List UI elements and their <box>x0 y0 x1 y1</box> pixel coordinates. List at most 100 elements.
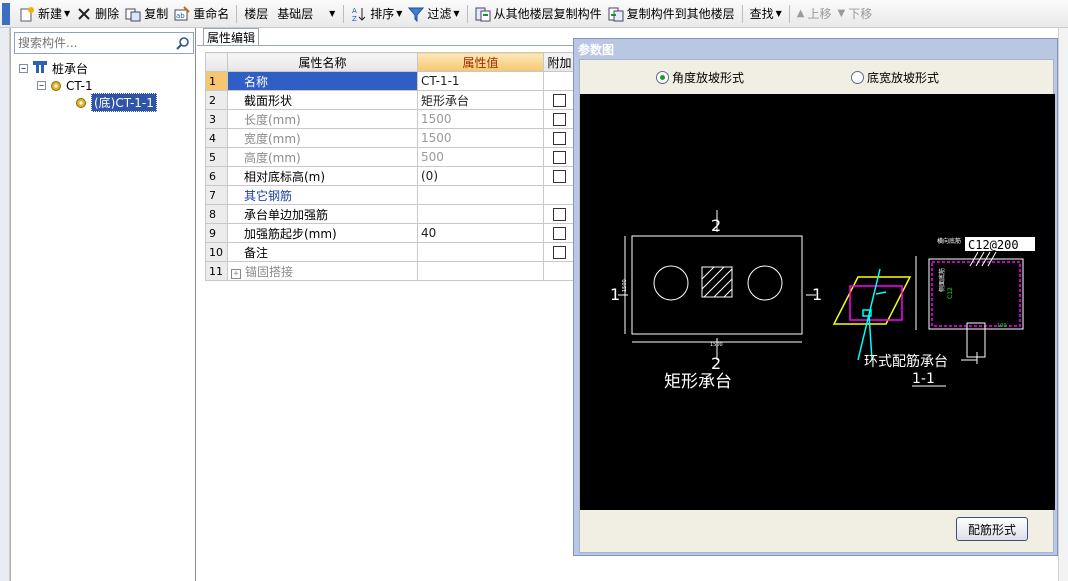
plan-label: 矩形承台 <box>664 372 732 392</box>
property-name[interactable]: 高度(mm) <box>227 147 418 167</box>
property-value[interactable]: CT-1-1 <box>417 71 544 91</box>
property-value[interactable]: 1500 <box>417 109 544 129</box>
property-grid: 属性名称 属性值 附加 1 名称 CT-1-1 2 截面形状 矩形承台 3 长度… <box>205 52 576 281</box>
expand-icon[interactable]: + <box>231 268 241 279</box>
column-section <box>701 266 733 298</box>
table-row[interactable]: 8 承台单边加强筋 <box>205 204 576 224</box>
extra-checkbox[interactable] <box>553 170 566 183</box>
extra-cell <box>543 109 576 129</box>
tree-node-child[interactable]: − CT-1 <box>19 77 157 94</box>
copy-icon <box>125 6 141 22</box>
cover-dim: 100 <box>997 323 1007 329</box>
parameter-diagram-dialog: 参数图 角度放坡形式 底宽放坡形式 2 2 1 1 矩形承台 1500 1500… <box>573 38 1058 556</box>
find-button[interactable]: 查找 ▼ <box>747 3 785 25</box>
extra-checkbox[interactable] <box>553 113 566 126</box>
property-name[interactable]: 名称 <box>227 71 418 91</box>
property-name[interactable]: 相对底标高(m) <box>227 166 418 186</box>
column-header-extra[interactable]: 附加 <box>543 52 576 72</box>
property-name[interactable]: 宽度(mm) <box>227 128 418 148</box>
search-input[interactable] <box>15 34 173 52</box>
chevron-down-icon: ▼ <box>396 9 403 18</box>
radio-width-slope[interactable]: 底宽放坡形式 <box>851 69 939 86</box>
tree-node-leaf[interactable]: (底)CT-1-1 <box>19 93 157 112</box>
parameter-drawing-canvas: 2 2 1 1 矩形承台 1500 1500 C12@200 横向底筋 侧面底筋… <box>580 94 1055 510</box>
collapse-icon[interactable]: − <box>37 81 46 90</box>
tree-node-root[interactable]: − 桩承台 <box>19 60 157 77</box>
table-row[interactable]: 5 高度(mm) 500 <box>205 147 576 167</box>
move-down-button[interactable]: ▼ 下移 <box>835 3 876 25</box>
extra-checkbox[interactable] <box>553 151 566 164</box>
property-name[interactable]: 长度(mm) <box>227 109 418 129</box>
floor-select-value: 基础层 <box>277 7 314 21</box>
extra-cell <box>543 185 576 205</box>
property-name[interactable]: 备注 <box>227 242 418 262</box>
move-up-button[interactable]: ▲ 上移 <box>794 3 835 25</box>
row-number: 6 <box>205 166 228 186</box>
component-tree-panel: − 桩承台 − CT-1 (底)CT-1-1 <box>10 28 196 581</box>
sort-button[interactable]: AZ 排序 ▼ <box>348 3 405 25</box>
table-row[interactable]: 4 宽度(mm) 1500 <box>205 128 576 148</box>
search-icon[interactable] <box>173 34 193 52</box>
copy-to-floor-icon <box>608 6 624 22</box>
extra-cell <box>543 242 576 262</box>
pile-stub <box>966 322 986 358</box>
floor-select[interactable]: 基础层 ▼ <box>273 4 339 24</box>
column-header-value[interactable]: 属性值 <box>417 52 544 72</box>
property-value[interactable] <box>417 242 544 262</box>
property-value[interactable]: 40 <box>417 223 544 243</box>
table-row[interactable]: 10 备注 <box>205 242 576 262</box>
extra-checkbox[interactable] <box>553 94 566 107</box>
left-dock-strip <box>0 28 10 581</box>
rename-button[interactable]: ab 重命名 <box>171 3 232 25</box>
property-name[interactable]: 承台单边加强筋 <box>227 204 418 224</box>
rename-icon: ab <box>174 5 190 22</box>
dialog-title: 参数图 <box>578 43 615 57</box>
table-row[interactable]: 6 相对底标高(m) (0) <box>205 166 576 186</box>
table-row[interactable]: 11 + 锚固搭接 <box>205 261 576 281</box>
table-row[interactable]: 9 加强筋起步(mm) 40 <box>205 223 576 243</box>
tree-node-child-label: CT-1 <box>66 78 93 93</box>
search-box <box>14 32 194 54</box>
right-edge-scroll <box>1058 28 1068 581</box>
tab-property-edit[interactable]: 属性编辑 <box>203 28 259 46</box>
property-group-name[interactable]: 其它钢筋 <box>227 185 418 205</box>
row-number: 11 <box>205 261 228 281</box>
property-value[interactable]: 矩形承台 <box>417 90 544 110</box>
property-name[interactable]: 加强筋起步(mm) <box>227 223 418 243</box>
property-name-cell[interactable]: + 锚固搭接 <box>227 261 418 281</box>
copy-from-floor-button[interactable]: 从其他楼层复制构件 <box>472 3 605 25</box>
table-row[interactable]: 7 其它钢筋 <box>205 185 576 205</box>
property-value[interactable] <box>417 204 544 224</box>
property-value[interactable] <box>417 261 544 281</box>
copy-button[interactable]: 复制 <box>122 3 171 25</box>
collapse-icon[interactable]: − <box>19 64 28 73</box>
dim-text-vertical: 1500 <box>622 279 628 292</box>
toolbar-divider <box>741 4 743 23</box>
extra-cell <box>543 261 576 281</box>
table-row[interactable]: 2 截面形状 矩形承台 <box>205 90 576 110</box>
delete-button[interactable]: 删除 <box>73 3 122 25</box>
rebar-style-button[interactable]: 配筋形式 <box>956 517 1028 541</box>
table-row[interactable]: 1 名称 CT-1-1 <box>205 71 576 91</box>
extra-cell <box>543 223 576 243</box>
radio-angle-slope[interactable]: 角度放坡形式 <box>656 69 744 86</box>
new-button[interactable]: 新建 ▼ <box>16 3 73 25</box>
property-value[interactable] <box>417 185 544 205</box>
copy-to-floor-button[interactable]: 复制构件到其他楼层 <box>605 3 738 25</box>
section-mark-top: 2 <box>711 216 721 235</box>
svg-text:ab: ab <box>176 12 185 20</box>
gear-icon <box>50 80 62 92</box>
property-value[interactable]: 500 <box>417 147 544 167</box>
copy-label: 复制 <box>144 7 169 21</box>
table-row[interactable]: 3 长度(mm) 1500 <box>205 109 576 129</box>
property-value[interactable]: 1500 <box>417 128 544 148</box>
property-name[interactable]: 截面形状 <box>227 90 418 110</box>
column-header-name[interactable]: 属性名称 <box>227 52 418 72</box>
extra-checkbox[interactable] <box>553 208 566 221</box>
property-value[interactable]: (0) <box>417 166 544 186</box>
filter-button[interactable]: 过滤 ▼ <box>405 3 462 25</box>
extra-checkbox[interactable] <box>553 246 566 259</box>
row-number-header <box>205 52 228 72</box>
extra-checkbox[interactable] <box>553 227 566 240</box>
extra-checkbox[interactable] <box>553 132 566 145</box>
